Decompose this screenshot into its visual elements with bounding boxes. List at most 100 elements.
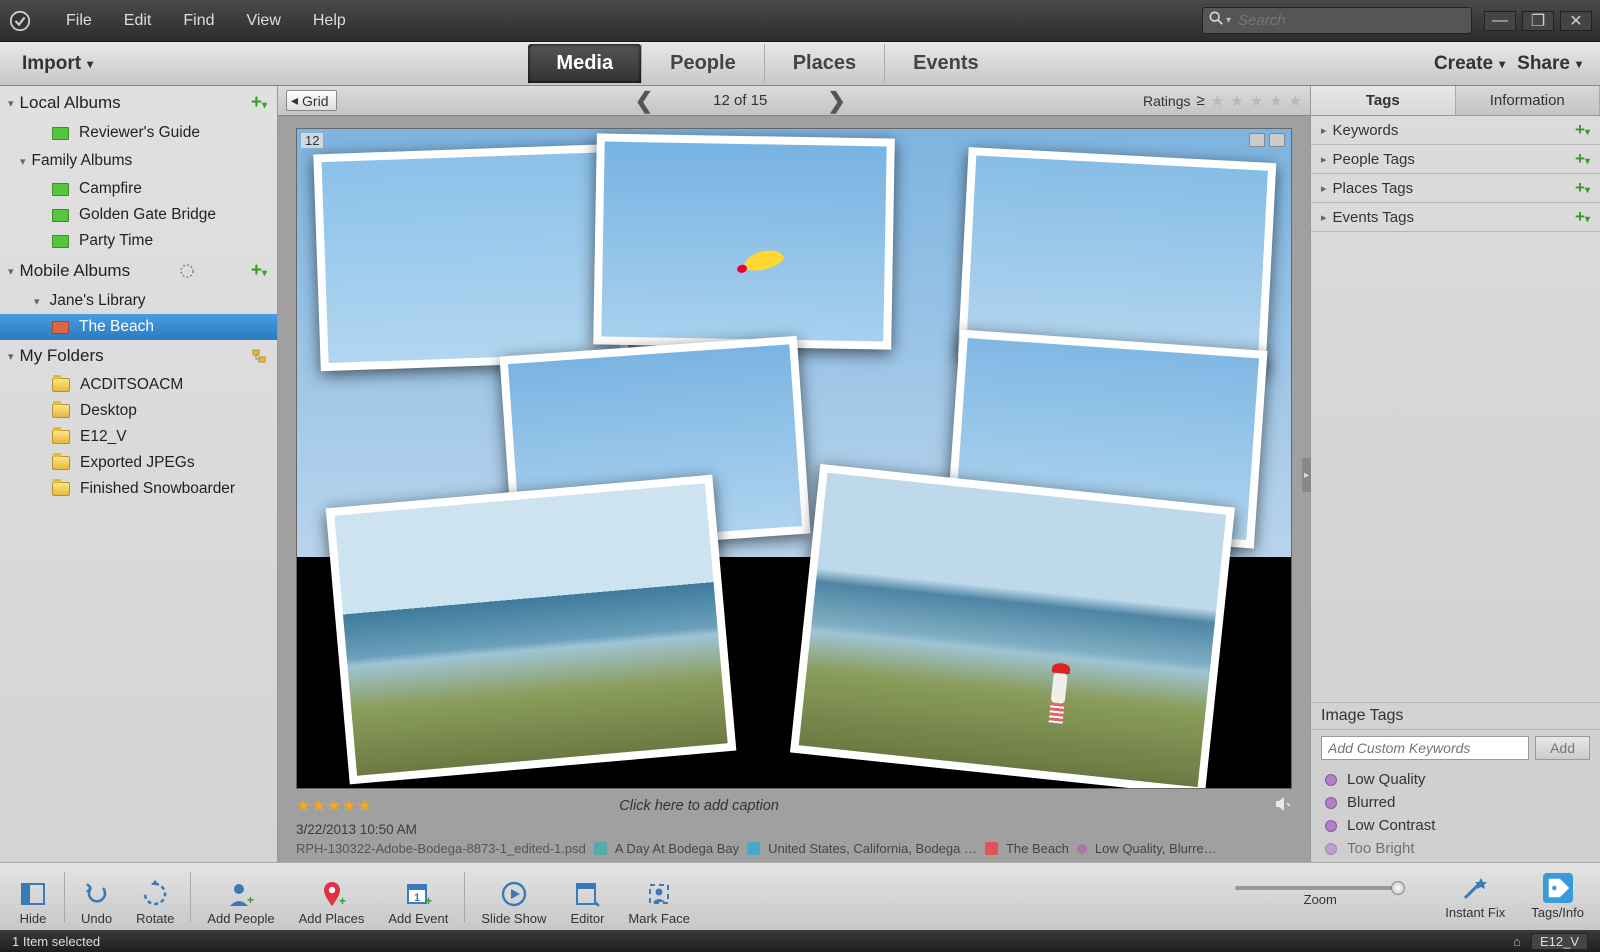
album-reviewers-guide[interactable]: Reviewer's Guide [0,120,277,146]
section-my-folders[interactable]: ▾ My Folders [0,340,277,372]
menu-help[interactable]: Help [297,6,362,36]
tag-item[interactable]: Low Contrast [1311,814,1600,837]
image-viewer[interactable]: 12 [296,128,1292,789]
folder-icon [52,430,70,444]
folder-item[interactable]: Exported JPEGs [0,450,277,476]
zoom-control[interactable]: Zoom [1235,886,1435,907]
create-button[interactable]: Create▾ [1434,53,1505,75]
tags-info-button[interactable]: Tags/Info [1521,871,1594,922]
grid-view-button[interactable]: ◂ Grid [286,90,337,111]
folder-item[interactable]: Finished Snowboarder [0,476,277,502]
disclosure-icon: ▸ [1321,182,1327,195]
add-icon[interactable]: +▾ [1575,120,1590,140]
tag-item[interactable]: Too Bright [1311,837,1600,860]
add-mobile-album-icon[interactable]: +▾ [251,260,267,282]
tag-icon [1325,843,1337,855]
event-tag-icon [594,842,607,855]
minimize-button[interactable]: — [1484,11,1516,31]
album-party-time[interactable]: Party Time [0,228,277,254]
person-icon: + [226,879,256,909]
svg-text:+: + [425,894,432,908]
status-home-icon[interactable]: ⌂ [1513,934,1521,949]
add-keyword-button[interactable]: Add [1535,736,1590,760]
mobile-library-janes[interactable]: ▾ Jane's Library [0,288,277,314]
collage-photo [325,475,735,784]
mark-face-button[interactable]: Mark Face [616,866,701,928]
add-event-button[interactable]: 1+Add Event [376,866,460,928]
album-golden-gate[interactable]: Golden Gate Bridge [0,202,277,228]
album-the-beach[interactable]: The Beach [0,314,277,340]
folder-tree-icon[interactable] [251,348,267,364]
rating-star[interactable]: ★ [1289,92,1302,110]
zoom-thumb[interactable] [1391,881,1405,895]
disclosure-icon: ▾ [8,265,14,278]
add-icon[interactable]: +▾ [1575,207,1590,227]
version-set-icon[interactable] [1249,133,1265,147]
add-people-button[interactable]: +Add People [195,866,286,928]
share-button[interactable]: Share▾ [1517,53,1582,75]
tag-item[interactable]: Blurred [1311,791,1600,814]
tab-events[interactable]: Events [884,44,1007,83]
section-local-albums[interactable]: ▾ Local Albums +▾ [0,86,277,120]
collapse-panel-handle[interactable]: ▸ [1302,458,1311,492]
status-catalog-chip[interactable]: E12_V [1531,933,1588,950]
stack-icon[interactable] [1269,133,1285,147]
chevron-down-icon: ▾ [1499,57,1505,71]
prev-arrow[interactable]: ❮ [635,88,653,114]
add-places-button[interactable]: +Add Places [287,866,377,928]
section-mobile-albums[interactable]: ▾ Mobile Albums +▾ [0,254,277,288]
disclosure-icon: ▾ [34,295,40,308]
rating-star[interactable]: ★ [1230,92,1243,110]
folder-item[interactable]: ACDITSOACM [0,372,277,398]
section-people-tags[interactable]: ▸People Tags+▾ [1311,145,1600,174]
add-album-icon[interactable]: +▾ [251,92,267,114]
tab-tags[interactable]: Tags [1311,86,1456,115]
import-label: Import [22,53,81,75]
item-metadata-row: RPH-130322-Adobe-Bodega-8873-1_edited-1.… [278,841,1310,862]
rating-star[interactable]: ★ [1250,92,1263,110]
menu-find[interactable]: Find [167,6,230,36]
import-button[interactable]: Import ▾ [14,49,101,79]
search-input[interactable] [1234,12,1465,29]
editor-button[interactable]: Editor [558,866,616,928]
calendar-icon: 1+ [403,879,433,909]
instant-fix-button[interactable]: Instant Fix [1435,871,1515,922]
menu-edit[interactable]: Edit [108,6,168,36]
item-filename: RPH-130322-Adobe-Bodega-8873-1_edited-1.… [296,841,586,856]
disclosure-icon: ▾ [20,155,26,168]
zoom-slider[interactable] [1235,886,1405,890]
tag-icon [1325,820,1337,832]
next-arrow[interactable]: ❯ [827,88,845,114]
add-keyword-input[interactable] [1321,736,1529,760]
rating-star[interactable]: ★ [1269,92,1282,110]
rotate-button[interactable]: Rotate [124,866,186,928]
tab-media[interactable]: Media [528,44,641,83]
section-events-tags[interactable]: ▸Events Tags+▾ [1311,203,1600,232]
menu-view[interactable]: View [230,6,296,36]
add-icon[interactable]: +▾ [1575,178,1590,198]
add-icon[interactable]: +▾ [1575,149,1590,169]
slideshow-button[interactable]: Slide Show [469,866,558,928]
close-button[interactable]: ✕ [1560,11,1592,31]
rating-star[interactable]: ★ [1211,92,1224,110]
tab-places[interactable]: Places [764,44,884,83]
section-keywords[interactable]: ▸Keywords+▾ [1311,116,1600,145]
tab-people[interactable]: People [641,44,764,83]
item-rating[interactable]: ★★★★★ [296,796,372,816]
tag-item[interactable]: Low Quality [1311,768,1600,791]
folder-item[interactable]: E12_V [0,424,277,450]
section-places-tags[interactable]: ▸Places Tags+▾ [1311,174,1600,203]
album-campfire[interactable]: Campfire [0,176,277,202]
hide-panel-button[interactable]: Hide [6,866,60,928]
folder-item[interactable]: Desktop [0,398,277,424]
search-box[interactable]: ▾ [1202,7,1472,34]
menu-file[interactable]: File [50,6,108,36]
audio-icon[interactable] [1274,795,1292,818]
undo-button[interactable]: Undo [69,866,124,928]
maximize-button[interactable]: ❐ [1522,11,1554,31]
section-family-albums[interactable]: ▾ Family Albums [0,146,277,176]
caption-field[interactable]: Click here to add caption [619,798,779,814]
sync-icon [179,263,195,279]
ratings-operator-icon[interactable]: ≥ [1196,92,1204,109]
tab-information[interactable]: Information [1456,86,1600,115]
